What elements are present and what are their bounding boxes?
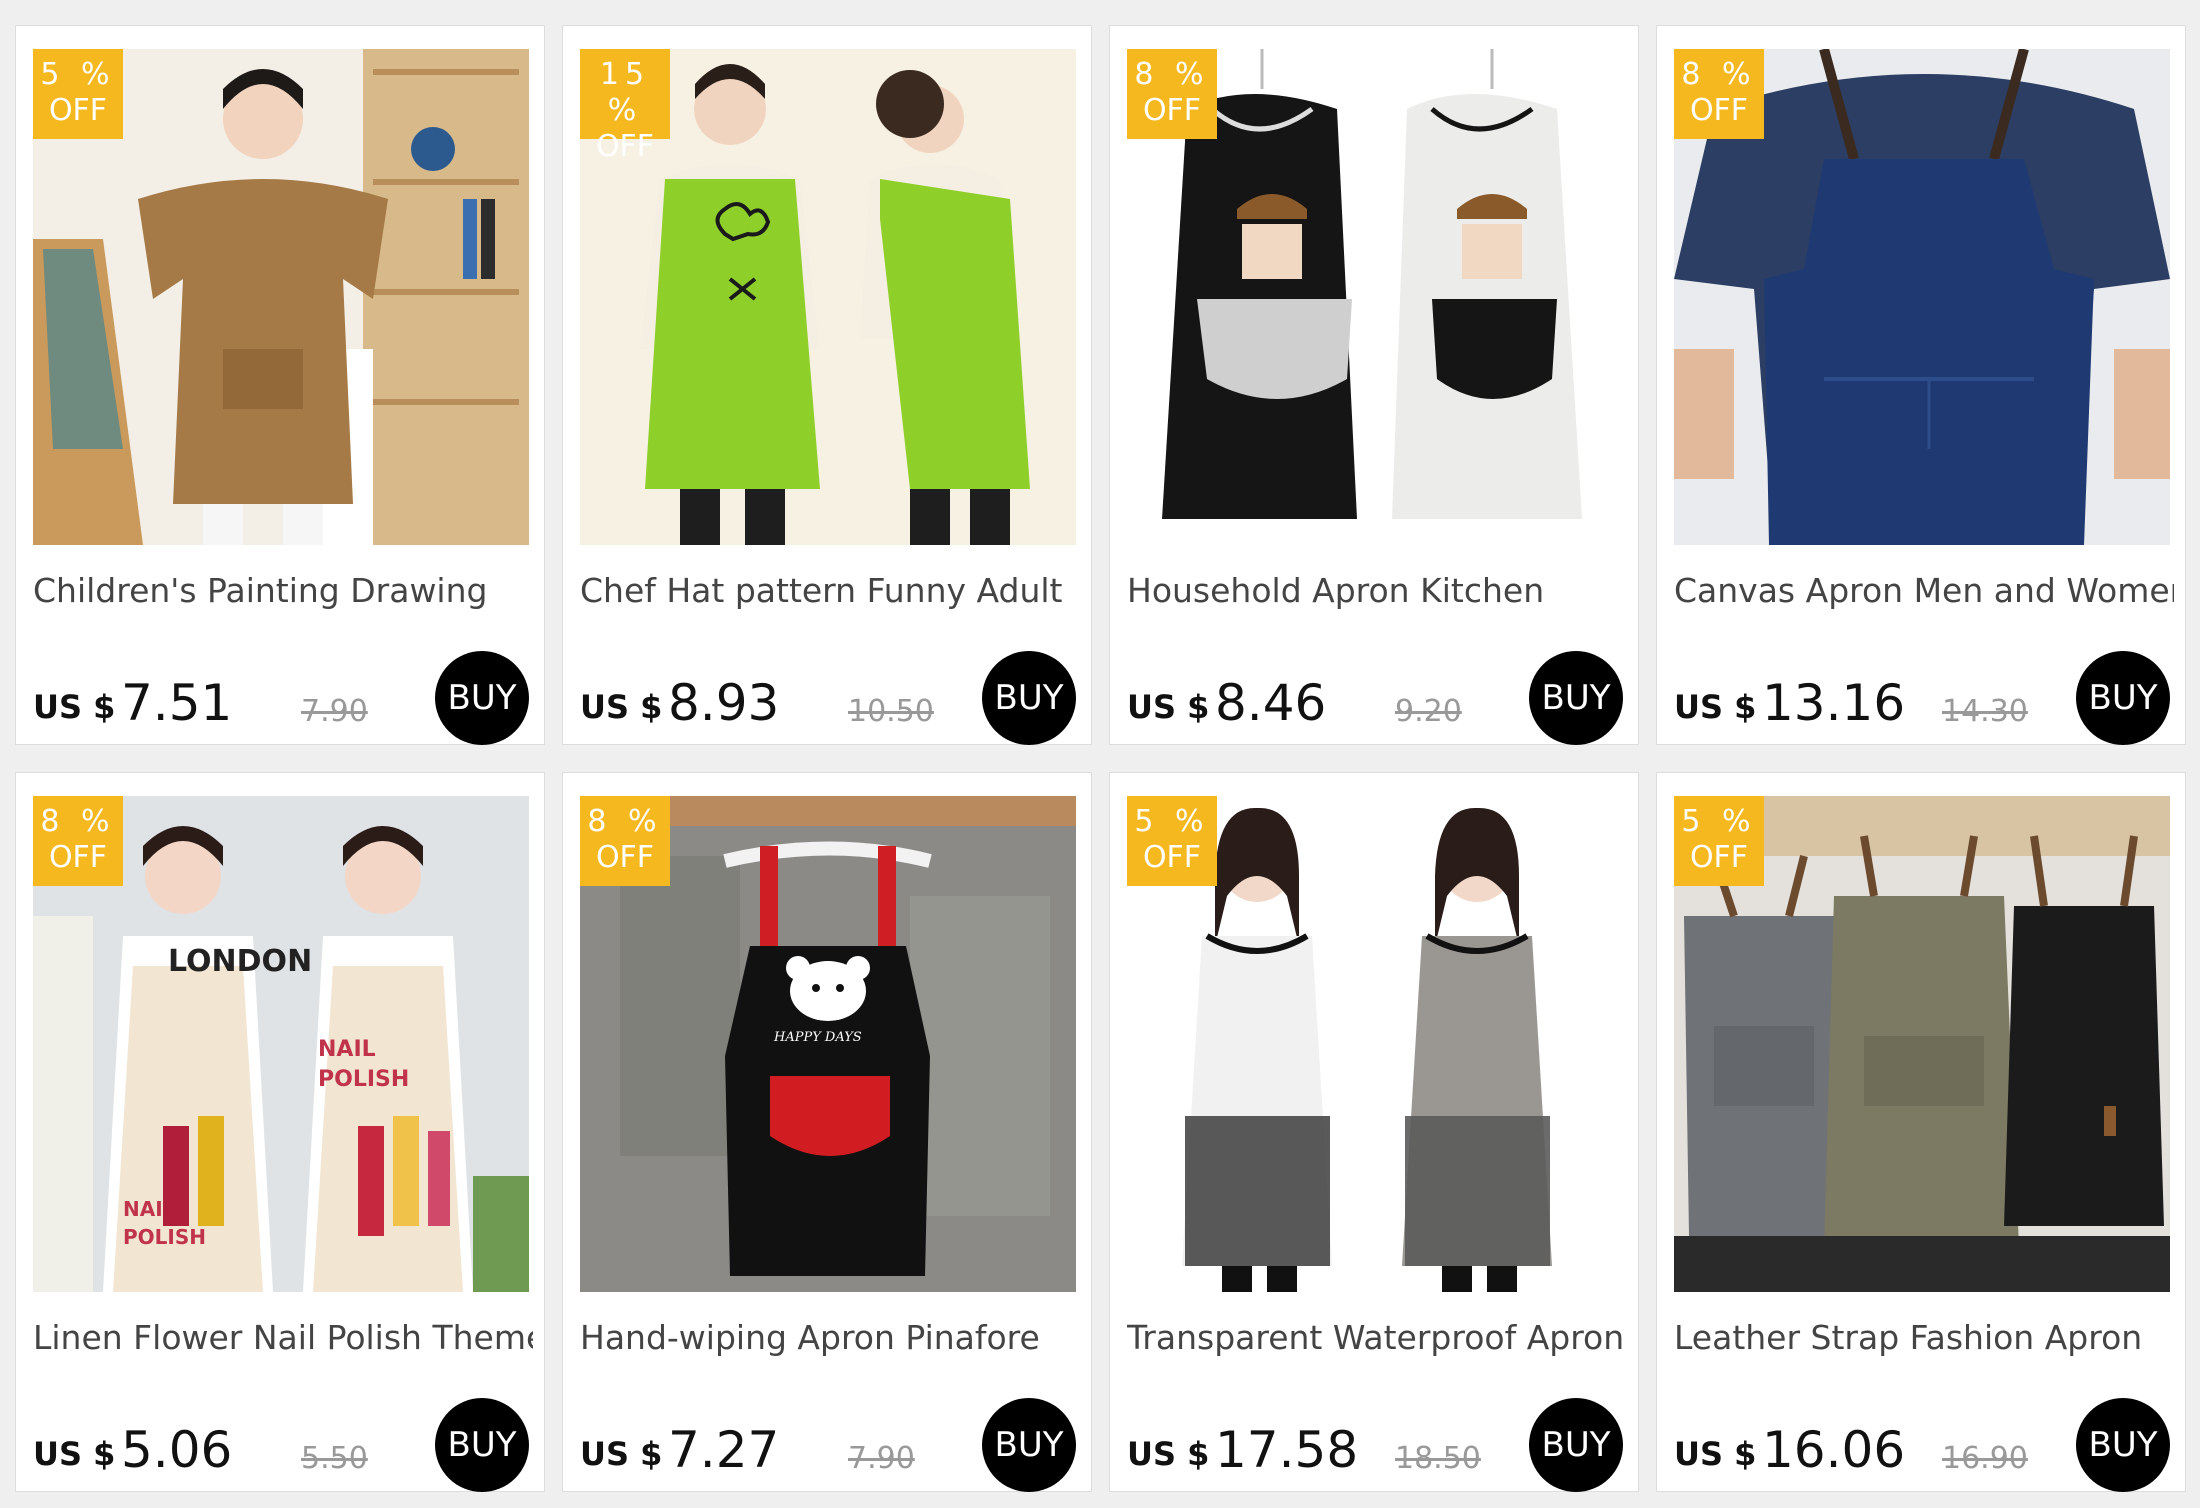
discount-badge: 15 % OFF	[580, 49, 670, 164]
discount-off-label: OFF	[595, 840, 655, 875]
product-title[interactable]: Leather Strap Fashion Apron	[1674, 1318, 2174, 1357]
sale-price: 17.58	[1215, 1421, 1359, 1479]
product-title[interactable]: Hand-wiping Apron Pinafore	[580, 1318, 1080, 1357]
product-image[interactable]: LONDON NAIL POLISH NAIL POLISH 8 % OFF	[33, 796, 529, 1292]
buy-button[interactable]: BUY	[2076, 1398, 2170, 1492]
price-row: US $ 7.27 7.90 BUY	[580, 1398, 1076, 1492]
product-card[interactable]: HAPPY DAYS 8 % OFF Hand-wiping Apron Pin…	[562, 772, 1092, 1492]
svg-text:NAIL: NAIL	[318, 1037, 376, 1062]
currency-label: US $	[1127, 1435, 1210, 1473]
price-row: US $ 17.58 18.50 BUY	[1127, 1398, 1623, 1492]
original-price: 5.50	[301, 1441, 368, 1476]
svg-text:POLISH: POLISH	[123, 1225, 206, 1249]
discount-percent: 8 %	[1134, 57, 1210, 92]
discount-off-label: OFF	[1689, 840, 1749, 875]
product-title[interactable]: Transparent Waterproof Apron	[1127, 1318, 1627, 1357]
discount-percent: 15 %	[599, 57, 651, 128]
buy-button[interactable]: BUY	[435, 1398, 529, 1492]
svg-text:HAPPY DAYS: HAPPY DAYS	[773, 1030, 862, 1045]
svg-text:LONDON: LONDON	[168, 944, 312, 979]
discount-badge: 8 % OFF	[580, 796, 670, 886]
buy-button[interactable]: BUY	[982, 1398, 1076, 1492]
discount-percent: 8 %	[40, 804, 116, 839]
price-row: US $ 8.93 10.50 BUY	[580, 651, 1076, 745]
price-row: US $ 13.16 14.30 BUY	[1674, 651, 2170, 745]
sale-price: 7.51	[121, 674, 233, 732]
sale-price: 8.46	[1215, 674, 1327, 732]
original-price: 14.30	[1942, 694, 2028, 729]
discount-percent: 8 %	[1681, 57, 1757, 92]
sale-price: 5.06	[121, 1421, 233, 1479]
product-image[interactable]: HAPPY DAYS 8 % OFF	[580, 796, 1076, 1292]
discount-badge: 8 % OFF	[33, 796, 123, 886]
original-price: 18.50	[1395, 1441, 1481, 1476]
discount-off-label: OFF	[1142, 93, 1202, 128]
product-card[interactable]: 5 % OFF Transparent Waterproof Apron US …	[1109, 772, 1639, 1492]
product-image[interactable]: 5 % OFF	[33, 49, 529, 545]
original-price: 10.50	[848, 694, 934, 729]
price-row: US $ 16.06 16.90 BUY	[1674, 1398, 2170, 1492]
discount-badge: 8 % OFF	[1127, 49, 1217, 139]
product-image[interactable]: 15 % OFF	[580, 49, 1076, 545]
discount-off-label: OFF	[1142, 840, 1202, 875]
original-price: 16.90	[1942, 1441, 2028, 1476]
currency-label: US $	[580, 1435, 663, 1473]
sale-price: 16.06	[1762, 1421, 1906, 1479]
product-title[interactable]: Linen Flower Nail Polish Theme	[33, 1318, 533, 1357]
currency-label: US $	[1674, 688, 1757, 726]
currency-label: US $	[33, 688, 116, 726]
discount-percent: 5 %	[1134, 804, 1210, 839]
original-price: 7.90	[301, 694, 368, 729]
currency-label: US $	[1127, 688, 1210, 726]
product-title[interactable]: Chef Hat pattern Funny Adult	[580, 571, 1080, 610]
original-price: 7.90	[848, 1441, 915, 1476]
discount-off-label: OFF	[48, 93, 108, 128]
buy-button[interactable]: BUY	[1529, 1398, 1623, 1492]
price-row: US $ 5.06 5.50 BUY	[33, 1398, 529, 1492]
discount-badge: 8 % OFF	[1674, 49, 1764, 139]
original-price: 9.20	[1395, 694, 1462, 729]
product-card[interactable]: 15 % OFF Chef Hat pattern Funny Adult US…	[562, 25, 1092, 745]
sale-price: 7.27	[668, 1421, 780, 1479]
product-card[interactable]: 5 % OFF Children's Painting Drawing US $…	[15, 25, 545, 745]
product-image[interactable]: 8 % OFF	[1127, 49, 1623, 545]
currency-label: US $	[33, 1435, 116, 1473]
buy-button[interactable]: BUY	[2076, 651, 2170, 745]
product-card[interactable]: LONDON NAIL POLISH NAIL POLISH 8 % OFF L…	[15, 772, 545, 1492]
currency-label: US $	[1674, 1435, 1757, 1473]
product-grid: 5 % OFF Children's Painting Drawing US $…	[0, 0, 2200, 1508]
discount-off-label: OFF	[1689, 93, 1749, 128]
discount-percent: 5 %	[40, 57, 116, 92]
product-card[interactable]: 8 % OFF Household Apron Kitchen US $ 8.4…	[1109, 25, 1639, 745]
discount-badge: 5 % OFF	[1674, 796, 1764, 886]
product-image[interactable]: 8 % OFF	[1674, 49, 2170, 545]
buy-button[interactable]: BUY	[1529, 651, 1623, 745]
product-card[interactable]: 5 % OFF Leather Strap Fashion Apron US $…	[1656, 772, 2186, 1492]
product-card[interactable]: 8 % OFF Canvas Apron Men and Women US $ …	[1656, 25, 2186, 745]
buy-button[interactable]: BUY	[982, 651, 1076, 745]
product-title[interactable]: Children's Painting Drawing	[33, 571, 533, 610]
discount-off-label: OFF	[48, 840, 108, 875]
product-title[interactable]: Household Apron Kitchen	[1127, 571, 1627, 610]
discount-badge: 5 % OFF	[33, 49, 123, 139]
sale-price: 13.16	[1762, 674, 1906, 732]
discount-percent: 8 %	[587, 804, 663, 839]
currency-label: US $	[580, 688, 663, 726]
product-image[interactable]: 5 % OFF	[1127, 796, 1623, 1292]
product-title[interactable]: Canvas Apron Men and Women	[1674, 571, 2174, 610]
discount-percent: 5 %	[1681, 804, 1757, 839]
product-image[interactable]: 5 % OFF	[1674, 796, 2170, 1292]
price-row: US $ 8.46 9.20 BUY	[1127, 651, 1623, 745]
svg-text:POLISH: POLISH	[318, 1067, 409, 1092]
discount-off-label: OFF	[595, 129, 655, 164]
discount-badge: 5 % OFF	[1127, 796, 1217, 886]
price-row: US $ 7.51 7.90 BUY	[33, 651, 529, 745]
sale-price: 8.93	[668, 674, 780, 732]
buy-button[interactable]: BUY	[435, 651, 529, 745]
